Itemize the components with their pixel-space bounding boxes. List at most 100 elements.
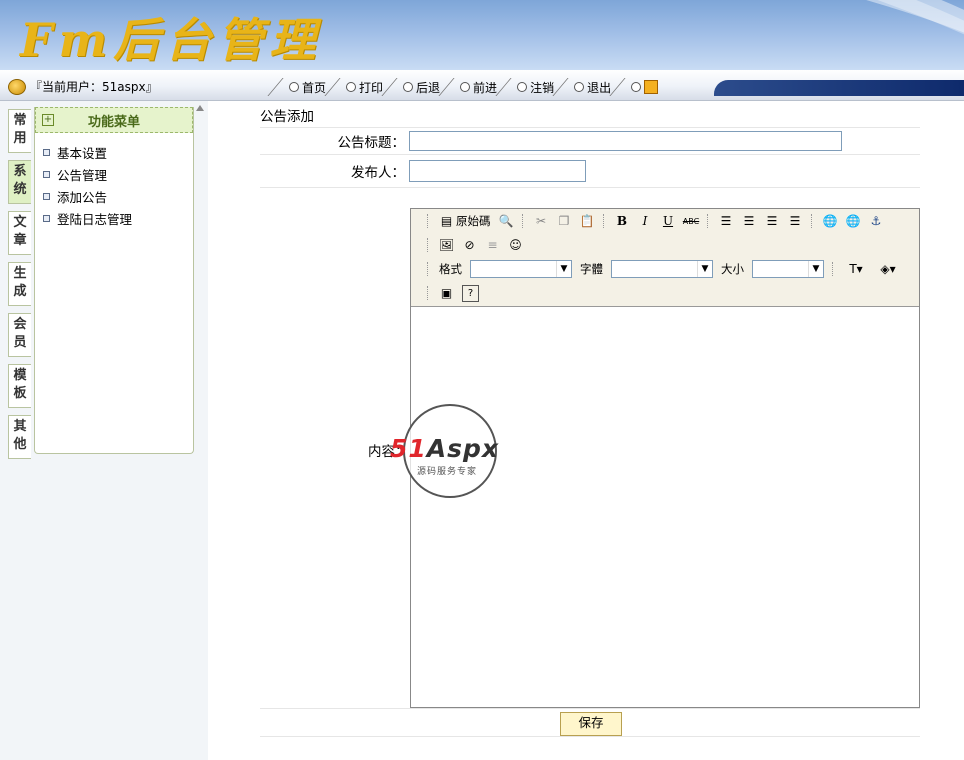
menu-item-label: 添加公告 bbox=[57, 189, 108, 205]
align-right-icon[interactable]: ☰ bbox=[765, 214, 780, 229]
link-icon[interactable]: 🌐 bbox=[823, 214, 838, 229]
nav-label: 前进 bbox=[473, 80, 498, 95]
strikethrough-icon[interactable]: ABC bbox=[683, 214, 699, 229]
function-menu-header[interactable]: + 功能菜单 bbox=[35, 107, 193, 133]
nav-exit[interactable]: 退出 bbox=[560, 78, 617, 96]
nav-forward[interactable]: 前进 bbox=[446, 78, 503, 96]
author-input[interactable] bbox=[409, 160, 586, 182]
circle-icon bbox=[517, 82, 528, 92]
title-input[interactable] bbox=[409, 131, 842, 151]
align-left-icon[interactable]: ☰ bbox=[719, 214, 734, 229]
watermark-subtitle: 源码服务专家 bbox=[417, 467, 478, 477]
size-label: 大小 bbox=[721, 262, 744, 276]
help-icon[interactable]: ? bbox=[462, 284, 479, 302]
background-color-icon[interactable]: ◈▾ bbox=[876, 262, 900, 277]
tab-template[interactable]: 模板 bbox=[8, 364, 31, 408]
anchor-icon[interactable]: ⚓ bbox=[869, 214, 884, 229]
sidebar: 常用 系统 文章 生成 会员 模板 其他 + 功能菜单 基本设置 公告管理 添加… bbox=[0, 101, 208, 760]
horizontal-rule-icon[interactable]: ≡ bbox=[485, 238, 500, 253]
toolbar-separator bbox=[427, 286, 431, 300]
toolbar-row-4: ▣ ? bbox=[411, 281, 919, 305]
font-select[interactable]: ▼ bbox=[611, 260, 713, 278]
align-center-icon[interactable]: ☰ bbox=[742, 214, 757, 229]
cut-icon[interactable]: ✂ bbox=[534, 214, 549, 229]
circle-icon bbox=[289, 82, 299, 92]
current-user: 『当前用户：51aspx』 bbox=[8, 78, 158, 95]
nav-decoration bbox=[714, 80, 964, 96]
toolbar-separator bbox=[427, 214, 431, 228]
font-label: 字體 bbox=[580, 262, 603, 276]
bold-icon[interactable]: B bbox=[615, 214, 630, 229]
content-row-divider bbox=[260, 187, 920, 188]
unlink-icon[interactable]: 🌐 bbox=[846, 214, 861, 229]
page-title: 公告添加 bbox=[260, 109, 314, 125]
editor-content-area[interactable] bbox=[411, 307, 917, 705]
nav-print[interactable]: 打印 bbox=[332, 78, 389, 96]
chevron-down-icon: ▼ bbox=[697, 261, 712, 277]
toolbar-row-1: ▤ 原始碼 🔍 ✂ ❐ 📋 B I U ABC ☰ ☰ ☰ ☰ 🌐 🌐 ⚓ bbox=[411, 209, 919, 233]
circle-icon bbox=[403, 82, 414, 92]
toolbar-row-2: 🖼 ⊘ ≡ ☺ bbox=[411, 233, 919, 257]
menu-item-add-notice[interactable]: 添加公告 bbox=[35, 185, 193, 207]
save-row: 保存 bbox=[260, 708, 920, 737]
save-button[interactable]: 保存 bbox=[560, 712, 622, 736]
home-icon bbox=[644, 80, 659, 94]
function-menu-title: 功能菜单 bbox=[88, 114, 141, 130]
tab-common[interactable]: 常用 bbox=[8, 109, 31, 153]
preview-icon[interactable]: 🔍 bbox=[499, 214, 514, 229]
menu-item-basic-settings[interactable]: 基本设置 bbox=[35, 141, 193, 163]
scroll-up-icon[interactable] bbox=[196, 105, 204, 111]
copy-icon[interactable]: ❐ bbox=[557, 214, 572, 229]
image-icon[interactable]: 🖼 bbox=[439, 238, 454, 253]
format-select[interactable]: ▼ bbox=[470, 260, 572, 278]
menu-item-label: 公告管理 bbox=[57, 167, 108, 183]
watermark-logo: 51Aspx 源码服务专家 bbox=[390, 404, 500, 498]
toolbar-separator bbox=[427, 262, 431, 276]
expand-icon[interactable]: + bbox=[42, 114, 54, 126]
tab-article[interactable]: 文章 bbox=[8, 211, 31, 255]
bullet-icon bbox=[43, 148, 50, 156]
nav-back[interactable]: 后退 bbox=[389, 78, 446, 96]
smiley-icon[interactable]: ☺ bbox=[508, 238, 523, 253]
text-color-icon[interactable]: T▾ bbox=[844, 262, 868, 277]
chevron-down-icon: ▼ bbox=[556, 261, 571, 277]
toolbar-separator bbox=[832, 262, 836, 276]
flash-icon[interactable]: ⊘ bbox=[462, 238, 477, 253]
nav-home-icon-button[interactable] bbox=[617, 78, 664, 96]
source-label: 原始碼 bbox=[456, 214, 491, 228]
size-select[interactable]: ▼ bbox=[752, 260, 824, 278]
format-label: 格式 bbox=[439, 262, 462, 276]
source-button[interactable]: ▤ 原始碼 bbox=[439, 213, 491, 229]
toolbar-row-3: 格式 ▼ 字體 ▼ 大小 ▼ T▾ ◈▾ bbox=[411, 257, 919, 281]
nav-logout[interactable]: 注销 bbox=[503, 78, 560, 96]
tab-other[interactable]: 其他 bbox=[8, 415, 31, 459]
nav-label: 后退 bbox=[416, 80, 441, 95]
align-justify-icon[interactable]: ☰ bbox=[788, 214, 803, 229]
bullet-icon bbox=[43, 170, 50, 178]
watermark-brand-red: 51 bbox=[390, 434, 427, 463]
function-menu-panel: + 功能菜单 基本设置 公告管理 添加公告 登陆日志管理 bbox=[34, 107, 194, 454]
menu-item-label: 基本设置 bbox=[57, 145, 108, 161]
toolbar-separator bbox=[810, 214, 815, 228]
tab-member[interactable]: 会员 bbox=[8, 313, 31, 357]
nav-label: 首页 bbox=[302, 80, 327, 95]
chevron-down-icon: ▼ bbox=[808, 261, 823, 277]
top-nav-bar: 『当前用户：51aspx』 首页 打印 后退 前进 注销 退出 bbox=[0, 70, 964, 101]
editor-toolbar: ▤ 原始碼 🔍 ✂ ❐ 📋 B I U ABC ☰ ☰ ☰ ☰ 🌐 🌐 ⚓ 🖼 … bbox=[411, 209, 919, 307]
title-row: 公告标题： bbox=[260, 127, 920, 154]
toolbar-separator bbox=[706, 214, 711, 228]
tab-generate[interactable]: 生成 bbox=[8, 262, 31, 306]
app-logo: Fm后台管理 bbox=[20, 13, 322, 67]
underline-icon[interactable]: U bbox=[661, 214, 676, 229]
maximize-icon[interactable]: ▣ bbox=[439, 286, 454, 301]
nav-label: 注销 bbox=[530, 80, 555, 95]
paste-icon[interactable]: 📋 bbox=[580, 214, 595, 229]
tab-system[interactable]: 系统 bbox=[8, 160, 31, 204]
toolbar-separator bbox=[521, 214, 526, 228]
toolbar-separator bbox=[602, 214, 607, 228]
menu-item-notice-manage[interactable]: 公告管理 bbox=[35, 163, 193, 185]
italic-icon[interactable]: I bbox=[638, 214, 653, 229]
nav-home[interactable]: 首页 bbox=[275, 78, 332, 96]
menu-item-login-log[interactable]: 登陆日志管理 bbox=[35, 207, 193, 229]
watermark-brand-rest: Aspx bbox=[426, 434, 500, 463]
